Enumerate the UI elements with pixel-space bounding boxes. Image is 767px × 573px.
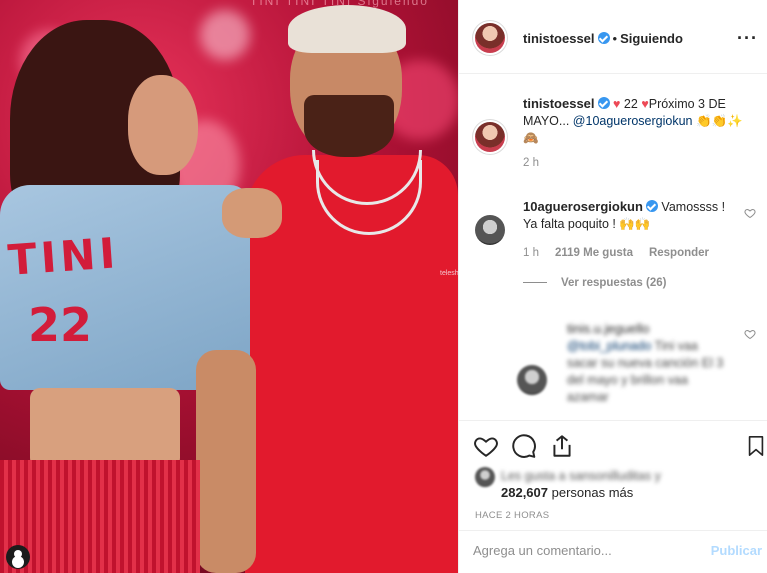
author-username[interactable]: tinistoessel — [523, 31, 595, 46]
watermark: teleshow — [440, 270, 458, 277]
tattooed-arm — [196, 350, 256, 573]
post-time: HACE 2 HORAS — [475, 510, 550, 521]
torso — [30, 388, 180, 468]
verified-badge-icon — [645, 200, 658, 212]
caption-time: 2 h — [523, 157, 539, 169]
header-meta: tinistoessel • Siguiendo — [523, 30, 683, 48]
caption-avatar[interactable] — [475, 122, 505, 152]
like-heart-icon[interactable] — [473, 433, 499, 459]
publish-button[interactable]: Publicar — [711, 543, 762, 558]
caption: tinistoessel ♥ 22 ♥Próximo 3 DE MAYO... … — [523, 95, 755, 169]
reply-avatar[interactable] — [517, 365, 547, 395]
share-icon[interactable] — [549, 433, 575, 459]
comment-time: 1 h — [523, 247, 539, 259]
comment-username[interactable]: 10aguerosergiokun — [523, 199, 643, 214]
caption-mention-link[interactable]: @10aguerosergiokun — [573, 114, 693, 128]
bokeh-light — [200, 10, 250, 60]
commenter-avatar[interactable] — [475, 215, 505, 245]
likes-suffix: personas más — [551, 485, 634, 500]
reply-like-heart-icon[interactable] — [744, 328, 756, 340]
caption-number: 22 — [623, 97, 638, 111]
hand — [222, 188, 282, 238]
comment-input[interactable] — [473, 543, 703, 558]
comments-list[interactable]: tinistoessel ♥ 22 ♥Próximo 3 DE MAYO... … — [459, 75, 767, 420]
reply-button[interactable]: Responder — [649, 247, 709, 259]
liker-avatar[interactable] — [475, 467, 495, 487]
bookmark-icon[interactable] — [745, 433, 767, 459]
comment-likes[interactable]: 2119 Me gusta — [555, 247, 633, 259]
heart-emoji-icon: ♥ — [613, 97, 621, 111]
more-options-icon[interactable]: ··· — [737, 28, 758, 49]
sequin-skirt — [0, 460, 200, 573]
separator-dot: • — [612, 31, 618, 46]
caption-username[interactable]: tinistoessel — [523, 96, 595, 111]
comment-like-heart-icon[interactable] — [744, 207, 756, 219]
liked-by-text: Les gusta a sansonilluditas y — [501, 469, 661, 483]
man-beard — [304, 95, 394, 157]
post-header: tinistoessel • Siguiendo ··· — [459, 0, 767, 74]
likes-number: 282,607 — [501, 485, 548, 500]
liked-by-label[interactable]: Les gusta a sansonilluditas y — [501, 469, 661, 483]
author-avatar[interactable] — [475, 23, 505, 53]
post-photo[interactable]: TINI TINI TINI Siguiendo TINI 22 telesho… — [0, 0, 458, 573]
jacket-text: TINI — [6, 228, 121, 285]
comment-item: 10aguerosergiokun Vamossss ! Ya falta po… — [523, 198, 733, 289]
reply-username[interactable]: tinis.u.jeguello — [567, 321, 649, 336]
following-button[interactable]: Siguiendo — [620, 31, 683, 46]
verified-badge-icon — [597, 32, 610, 44]
comment-bubble-icon[interactable] — [511, 433, 537, 459]
comment-meta: 1 h 2119 Me gusta Responder — [523, 247, 733, 259]
post-side-panel: tinistoessel • Siguiendo ··· tinistoessel … — [458, 0, 767, 573]
likes-count[interactable]: 282,607 personas más — [501, 485, 633, 500]
tagged-users-icon[interactable] — [6, 545, 30, 569]
girl-face — [128, 75, 198, 175]
reply-item: tinis.u.jeguello @tobi_plunado Tini vaa … — [567, 320, 727, 406]
man-hair — [288, 5, 406, 53]
view-replies-label: Ver respuestas (26) — [561, 277, 667, 289]
heart-emoji-icon: ♥ — [641, 97, 649, 111]
jacket-number: 22 — [28, 298, 93, 352]
reply-line — [523, 282, 547, 284]
comment-form: Publicar — [459, 530, 767, 573]
post-actions: Les gusta a sansonilluditas y 282,607 pe… — [459, 420, 767, 530]
verified-badge-icon — [597, 97, 610, 109]
view-replies-button[interactable]: Ver respuestas (26) — [523, 277, 733, 289]
reply-mention-link[interactable]: @tobi_plunado — [567, 339, 651, 353]
